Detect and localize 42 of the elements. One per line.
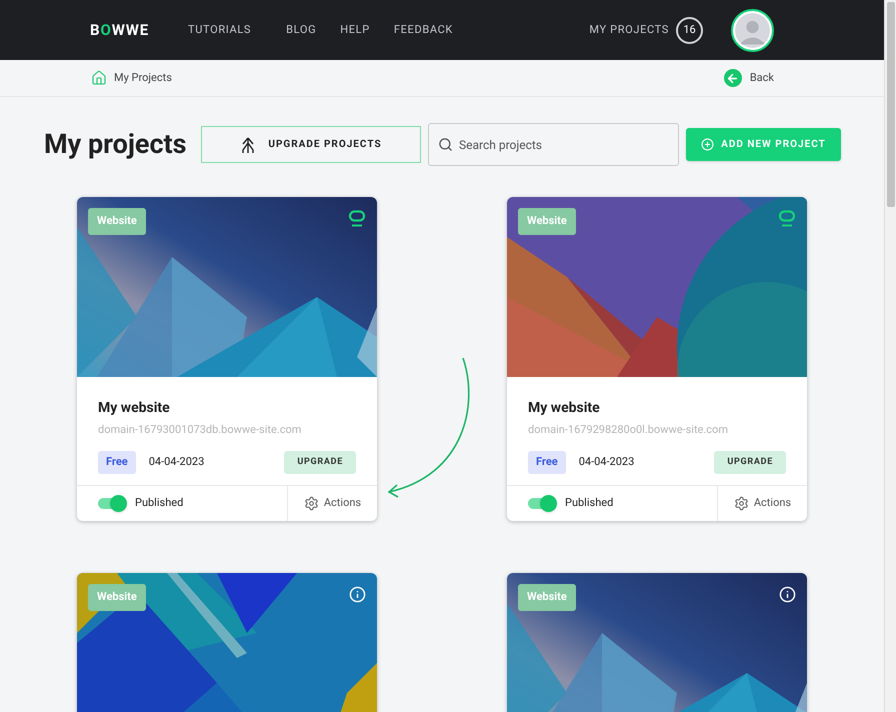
plan-tag: Free [528,451,566,474]
project-date: 04-04-2023 [578,454,634,470]
status-label: Published [135,495,184,512]
plus-icon [701,138,714,151]
logo-icon [348,210,366,228]
type-tag: Website [88,208,146,234]
publish-toggle[interactable] [98,498,126,509]
avatar[interactable] [731,8,774,52]
type-tag: Website [518,584,576,610]
project-count: 16 [676,16,703,44]
scrollbar[interactable] [884,0,896,712]
home-icon[interactable] [91,70,107,86]
back-link[interactable]: Back [724,69,774,87]
project-title: My website [98,399,171,417]
back-icon [726,72,740,84]
project-date: 04-04-2023 [148,454,204,470]
logo[interactable]: BOWWE [90,18,188,42]
actions-button[interactable]: Actions [717,486,807,521]
upgrade-button[interactable]: UPGRADE [284,450,356,474]
nav-link[interactable]: BLOG [286,22,316,38]
upgrade-icon [240,136,256,154]
breadcrumb-link[interactable]: My Projects [114,70,172,86]
plan-tag: Free [98,451,136,474]
settings-icon [734,496,749,511]
page-title: My projects [44,127,188,162]
project-title: My website [528,399,601,417]
info-icon[interactable] [779,586,796,603]
publish-toggle[interactable] [528,498,556,509]
logo-icon [778,210,796,228]
upgrade-button[interactable]: UPGRADE [714,450,786,474]
nav-link[interactable]: HELP [340,22,370,38]
type-tag: Website [518,208,576,234]
nav-link[interactable]: TUTORIALS [188,22,252,38]
search-field[interactable]: Search projects [428,123,679,166]
type-tag: Website [88,584,146,610]
status-label: Published [565,495,614,512]
actions-button[interactable]: Actions [287,486,377,521]
search-icon [438,137,453,152]
upgrade-projects-button[interactable]: UPGRADE PROJECTS [201,126,421,163]
my-projects-link[interactable]: MY PROJECTS [589,22,669,38]
nav-link[interactable]: FEEDBACK [394,22,453,38]
settings-icon [304,496,319,511]
